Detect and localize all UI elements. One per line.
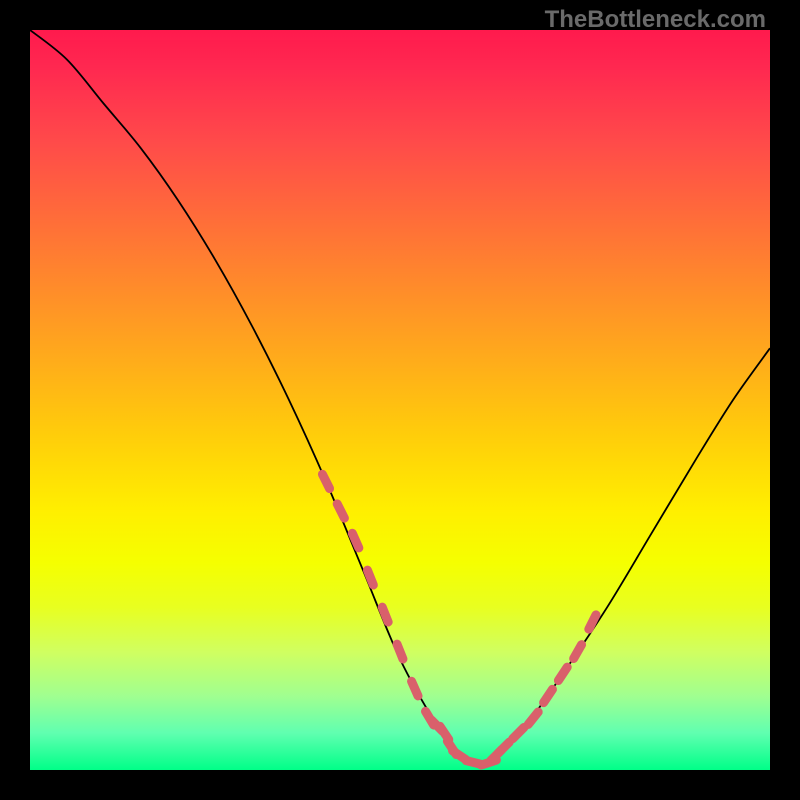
marker-dash: [558, 667, 567, 680]
marker-dash: [589, 615, 596, 629]
marker-dash: [352, 533, 358, 548]
marker-dash: [412, 681, 418, 696]
marker-dash: [513, 727, 524, 738]
watermark-text: TheBottleneck.com: [545, 6, 766, 34]
marker-dash: [322, 474, 329, 488]
marker-dash: [498, 742, 509, 753]
marker-dash: [544, 689, 553, 702]
marker-dash: [367, 570, 373, 585]
marker-dash: [528, 712, 538, 724]
marker-dash: [574, 645, 582, 659]
chart-container: TheBottleneck.com: [0, 0, 800, 800]
marker-dash: [337, 504, 344, 518]
plot-area: [30, 30, 770, 770]
marker-dash: [382, 607, 388, 622]
chart-svg: [30, 30, 770, 770]
marker-dash: [397, 644, 403, 659]
marker-group: [322, 474, 596, 765]
